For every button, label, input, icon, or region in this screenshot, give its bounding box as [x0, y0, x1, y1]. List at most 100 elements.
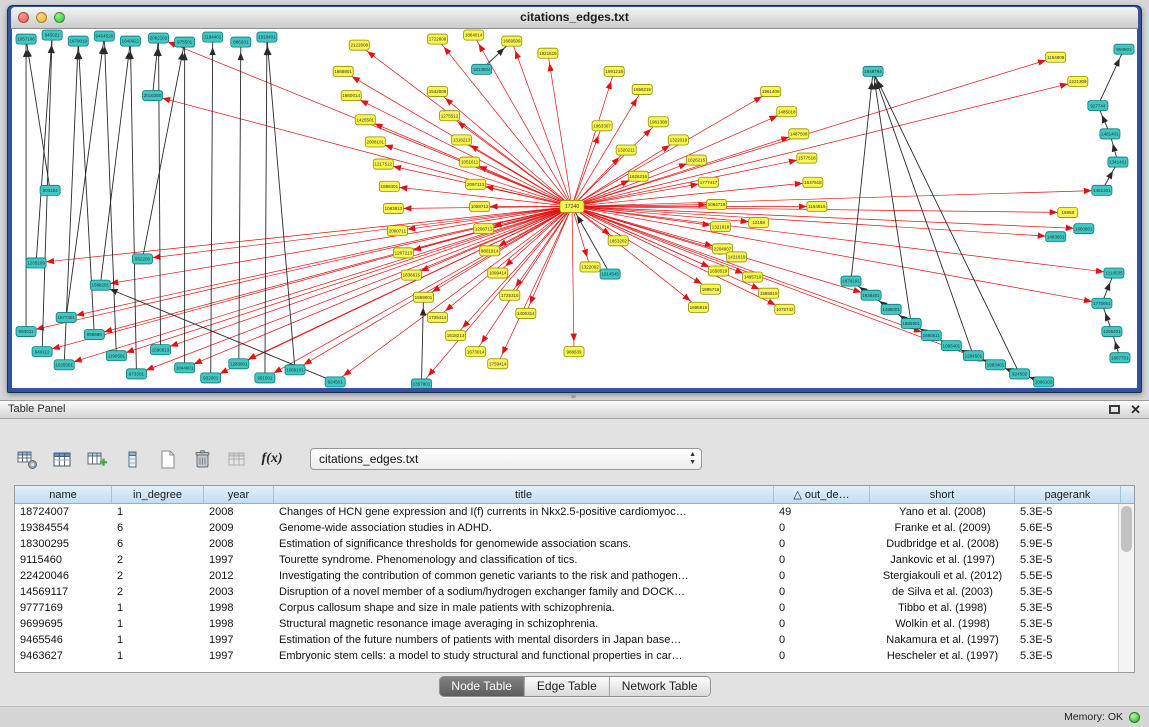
- network-window-titlebar[interactable]: citations_edges.txt: [11, 7, 1138, 29]
- graph-node[interactable]: 1690511: [921, 331, 941, 341]
- table-row[interactable]: 969969511998Structural magnetic resonanc…: [15, 616, 1134, 632]
- cell-pagerank[interactable]: 5.3E-5: [1015, 504, 1121, 520]
- tab-network-table[interactable]: Network Table: [610, 677, 710, 696]
- graph-node[interactable]: 2062102: [148, 33, 168, 43]
- graph-node[interactable]: 903164: [40, 185, 60, 195]
- graph-node[interactable]: 991501: [255, 373, 275, 383]
- graph-node[interactable]: 1066102: [1034, 377, 1054, 387]
- graph-node[interactable]: 1963307: [592, 121, 612, 131]
- graph-edge[interactable]: [873, 71, 1020, 374]
- graph-node[interactable]: 1284501: [963, 351, 983, 361]
- graph-node[interactable]: 1993401: [985, 360, 1005, 370]
- graph-edge[interactable]: [512, 41, 572, 206]
- cell-title[interactable]: Tourette syndrome. Phenomenology and cla…: [274, 552, 774, 568]
- cell-pagerank[interactable]: 5.3E-5: [1015, 584, 1121, 600]
- graph-node[interactable]: 1483601: [1046, 232, 1066, 242]
- cell-short[interactable]: de Silva et al. (2003): [870, 584, 1015, 600]
- graph-node[interactable]: 1316213: [452, 135, 472, 145]
- cell-name[interactable]: 18724007: [15, 504, 112, 520]
- graph-node[interactable]: 1722608: [427, 34, 447, 44]
- network-canvas[interactable]: 1057106945021187901994645261640921206210…: [12, 29, 1137, 388]
- graph-node[interactable]: 1485018: [777, 107, 797, 117]
- graph-node[interactable]: 1770601: [1092, 298, 1112, 308]
- column-header-in_degree[interactable]: in_degree: [112, 486, 204, 503]
- graph-node[interactable]: 988639: [564, 347, 584, 357]
- graph-node[interactable]: 1051611: [460, 157, 480, 167]
- graph-node[interactable]: 17240: [560, 200, 584, 212]
- table-options-icon[interactable]: [16, 448, 38, 470]
- graph-edge[interactable]: [152, 38, 158, 95]
- graph-node[interactable]: 873301: [126, 369, 146, 379]
- graph-node[interactable]: 1725414: [427, 312, 447, 322]
- graph-node[interactable]: 1221309: [1068, 76, 1088, 86]
- graph-node[interactable]: 1495001: [881, 304, 901, 314]
- cell-title[interactable]: Embryonic stem cells: a model to study s…: [274, 648, 774, 664]
- cell-short[interactable]: Nakamura et al. (1997): [870, 632, 1015, 648]
- table-scrollbar[interactable]: [1118, 504, 1134, 672]
- graph-node[interactable]: 1341401: [1108, 157, 1128, 167]
- table-scrollbar-thumb[interactable]: [1121, 506, 1132, 552]
- cell-short[interactable]: Tibbo et al. (1998): [870, 600, 1015, 616]
- graph-node[interactable]: 932001: [201, 373, 221, 383]
- graph-node[interactable]: 1658519: [708, 266, 728, 276]
- cell-out_de[interactable]: 0: [774, 552, 870, 568]
- graph-edge[interactable]: [548, 53, 572, 206]
- graph-node[interactable]: 994501: [1114, 44, 1134, 54]
- graph-node[interactable]: 1585919: [759, 288, 779, 298]
- graph-node[interactable]: 12168: [749, 218, 769, 228]
- graph-node[interactable]: 1836615: [401, 270, 421, 280]
- graph-node[interactable]: 1066101: [285, 365, 305, 375]
- cell-short[interactable]: Yano et al. (2008): [870, 504, 1015, 520]
- cell-year[interactable]: 2009: [204, 520, 274, 536]
- graph-node[interactable]: 1057106: [16, 34, 36, 44]
- graph-node[interactable]: 886201: [231, 37, 251, 47]
- cell-out_de[interactable]: 49: [774, 504, 870, 520]
- graph-node[interactable]: 1210535: [1104, 268, 1124, 278]
- cell-title[interactable]: Disruption of a novel member of a sodium…: [274, 584, 774, 600]
- cell-in_degree[interactable]: 6: [112, 536, 204, 552]
- graph-node[interactable]: 1618213: [446, 331, 466, 341]
- graph-node[interactable]: 1275512: [440, 111, 460, 121]
- create-column-icon[interactable]: [86, 448, 108, 470]
- graph-node[interactable]: 1673014: [466, 347, 486, 357]
- graph-edge[interactable]: [1098, 49, 1124, 105]
- table-row[interactable]: 1456911722003Disruption of a novel membe…: [15, 584, 1134, 600]
- delete-column-icon[interactable]: [191, 448, 213, 470]
- graph-node[interactable]: 2008101: [365, 137, 385, 147]
- graph-node[interactable]: 1626216: [628, 171, 648, 181]
- cell-pagerank[interactable]: 5.3E-5: [1015, 552, 1121, 568]
- cell-in_degree[interactable]: 1: [112, 504, 204, 520]
- graph-node[interactable]: 1217512: [373, 159, 393, 169]
- table-row[interactable]: 977716911998Corpus callosum shape and si…: [15, 600, 1134, 616]
- cell-name[interactable]: 19384554: [15, 520, 112, 536]
- graph-node[interactable]: 1075742: [775, 304, 795, 314]
- graph-node[interactable]: 2060711: [387, 226, 407, 236]
- cell-in_degree[interactable]: 1: [112, 632, 204, 648]
- graph-node[interactable]: 1154919: [807, 201, 827, 211]
- graph-node[interactable]: 1938401: [861, 290, 881, 300]
- graph-edge[interactable]: [572, 206, 574, 351]
- column-header-short[interactable]: short: [870, 486, 1015, 503]
- graph-node[interactable]: 1679191: [841, 276, 861, 286]
- graph-edge[interactable]: [572, 206, 996, 364]
- close-window-button[interactable]: [18, 12, 29, 23]
- graph-node[interactable]: 1190501: [106, 351, 126, 361]
- cell-title[interactable]: Changes of HCN gene expression and I(f) …: [274, 504, 774, 520]
- cell-year[interactable]: 1997: [204, 632, 274, 648]
- graph-node[interactable]: 924502: [1010, 369, 1030, 379]
- graph-node[interactable]: 1283901: [229, 359, 249, 369]
- column-header-title[interactable]: title: [274, 486, 774, 503]
- graph-node[interactable]: 1914545: [600, 269, 620, 279]
- panel-resize-handle[interactable]: [571, 395, 576, 398]
- graph-edge[interactable]: [498, 206, 572, 363]
- cell-title[interactable]: Structural magnetic resonance image aver…: [274, 616, 774, 632]
- graph-node[interactable]: 1322019: [668, 135, 688, 145]
- cell-in_degree[interactable]: 2: [112, 568, 204, 584]
- graph-node[interactable]: 1320211: [616, 145, 636, 155]
- cell-year[interactable]: 1997: [204, 648, 274, 664]
- cell-pagerank[interactable]: 5.3E-5: [1015, 616, 1121, 632]
- graph-node[interactable]: 1677301: [56, 312, 76, 322]
- cell-pagerank[interactable]: 5.3E-5: [1015, 600, 1121, 616]
- graph-node[interactable]: 1879019: [68, 36, 88, 46]
- cell-out_de[interactable]: 0: [774, 632, 870, 648]
